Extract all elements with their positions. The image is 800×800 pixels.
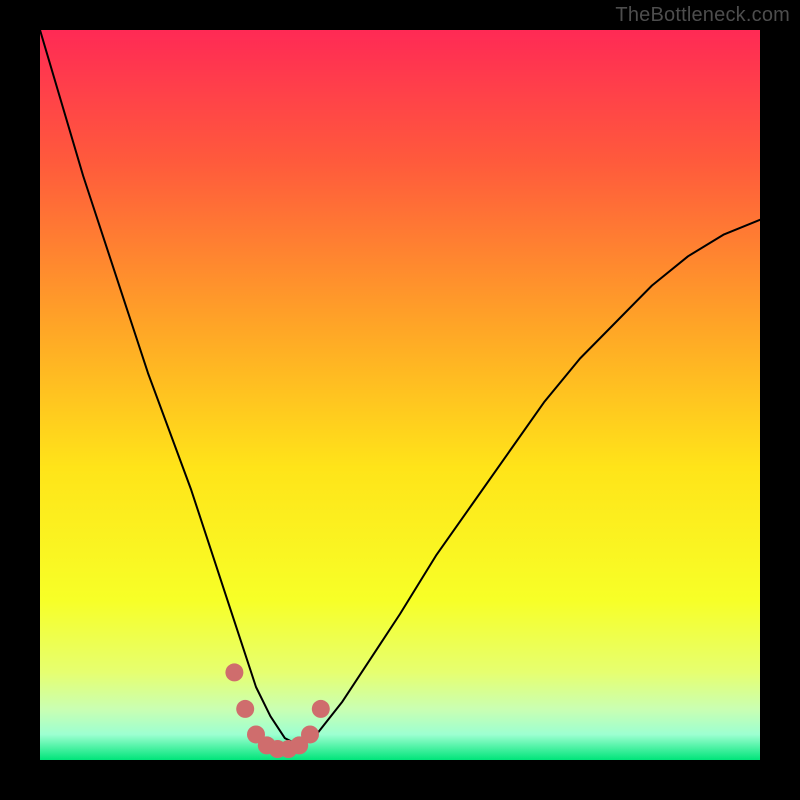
plot-area — [40, 30, 760, 760]
optimal-point — [312, 700, 330, 718]
bottleneck-chart — [40, 30, 760, 760]
gradient-background — [40, 30, 760, 760]
optimal-point — [301, 725, 319, 743]
chart-frame: TheBottleneck.com — [0, 0, 800, 800]
optimal-point — [236, 700, 254, 718]
optimal-point — [225, 663, 243, 681]
watermark-text: TheBottleneck.com — [615, 4, 790, 27]
